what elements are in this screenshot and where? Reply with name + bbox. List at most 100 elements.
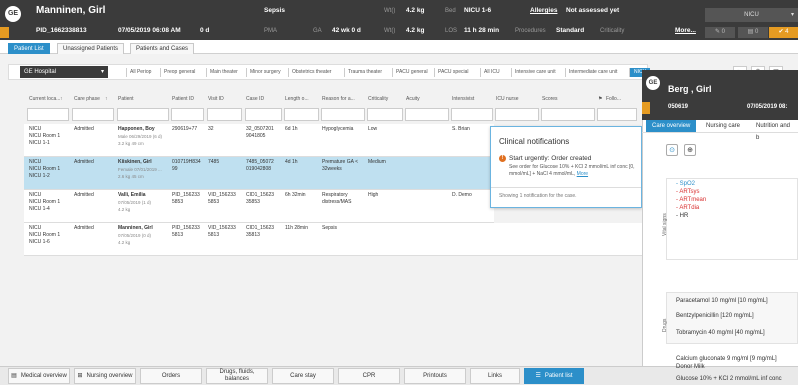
column-header[interactable]: Criticality	[368, 96, 388, 102]
filter-input-scores[interactable]	[541, 108, 595, 121]
case-id-2: 35813	[246, 232, 260, 238]
ward-selector[interactable]: NICU ▾	[705, 8, 798, 22]
filter-input-follow[interactable]	[597, 108, 637, 121]
patient-measurements: 2.6 kg 45 cm	[118, 174, 144, 179]
filter-input-reason[interactable]	[321, 108, 365, 121]
alert-badge[interactable]	[0, 27, 9, 38]
drug-item[interactable]: Bentzylpenicillin [120 mg/mL]	[676, 313, 754, 319]
drug-item[interactable]: Paracetamol 10 mg/ml [10 mg/mL]	[676, 298, 768, 304]
filter-tab[interactable]: Intensive care unit	[511, 68, 556, 77]
hospital-select[interactable]: GE Hospital ▾	[20, 66, 108, 78]
tab-nursing-care[interactable]: Nursing care	[700, 120, 746, 132]
filter-input-intensivist[interactable]	[451, 108, 493, 121]
nav-drugs-fluids-balances[interactable]: Drugs, fluids, balances	[206, 368, 268, 384]
more-link[interactable]: More...	[675, 27, 696, 35]
filter-tab[interactable]: Minor surgery	[246, 68, 281, 77]
patient-name[interactable]: Happonen, Boy	[118, 126, 155, 133]
nav-orders[interactable]: Orders	[140, 368, 202, 384]
fluid-item[interactable]: Glucose 10% + KCl 2 mmol/mL inf conc	[676, 376, 782, 382]
patient-name[interactable]: Manninen, Girl	[118, 225, 153, 232]
tab-unassigned-patients[interactable]: Unassigned Patients	[57, 43, 125, 54]
filter-input-criticality[interactable]	[367, 108, 403, 121]
nav-printouts[interactable]: Printouts	[404, 368, 466, 384]
nav-medical-overview[interactable]: ▤ Medical overview	[8, 368, 70, 384]
location-bed: NICU 1-4	[29, 206, 50, 212]
column-header[interactable]: Length o...	[285, 96, 309, 102]
filter-tab[interactable]: PACU general	[392, 68, 428, 77]
main-tabs: Patient List Unassigned Patients Patient…	[0, 40, 798, 54]
tab-nutrition[interactable]: Nutrition and b	[750, 120, 798, 141]
filter-tab[interactable]: Trauma theater	[344, 68, 382, 77]
record-icon[interactable]: ⊕	[684, 144, 696, 156]
filter-input-care-phase[interactable]	[72, 108, 114, 121]
column-header[interactable]: Acuity	[406, 96, 420, 102]
column-header[interactable]: Patient	[118, 96, 134, 102]
patient-id: PID_156233	[172, 192, 200, 198]
alerts-count-button[interactable]: ✔ 4	[769, 27, 798, 38]
nav-links[interactable]: Links	[470, 368, 520, 384]
nav-nursing-overview[interactable]: ⊞ Nursing overview	[74, 368, 136, 384]
ward-label: NICU	[744, 12, 759, 18]
filter-input-acuity[interactable]	[405, 108, 449, 121]
filter-input-patient[interactable]	[117, 108, 169, 121]
filter-tab[interactable]: Obstetrics theater	[288, 68, 331, 77]
tab-patient-list[interactable]: Patient List	[8, 43, 50, 54]
notes-count: 0	[755, 29, 759, 35]
filter-input-location[interactable]	[27, 108, 69, 121]
side-panel-header: GE Berg , Girl 050619 07/05/2019 08:	[642, 70, 798, 120]
tab-care-overview[interactable]: Care overview	[646, 120, 697, 132]
edit-count-button[interactable]: ✎ 0	[705, 27, 735, 38]
fluid-item[interactable]: Donor Milk	[676, 364, 705, 370]
column-header[interactable]: Care phase	[74, 96, 100, 102]
filter-input-icu-nurse[interactable]	[495, 108, 539, 121]
fluid-item[interactable]: Calcium gluconate 9 mg/ml [9 mg/mL]	[676, 356, 777, 362]
nav-label: Medical overview	[20, 372, 67, 379]
patient-measurements: 3.2 kg 49 cm	[118, 141, 144, 146]
column-header[interactable]: Patient ID	[172, 96, 194, 102]
vital-artsys-label: - ARTsys	[676, 189, 700, 195]
column-header[interactable]: Case ID	[246, 96, 264, 102]
notes-count-button[interactable]: ▤ 0	[738, 27, 768, 38]
filter-input-patient-id[interactable]	[171, 108, 204, 121]
length-of-stay: 6h 32min	[285, 192, 306, 198]
nav-cpr[interactable]: CPR	[338, 368, 400, 384]
chevron-down-icon: ▾	[100, 69, 104, 75]
column-header[interactable]: Follo...	[606, 96, 621, 102]
filter-tab[interactable]: PACU special	[434, 68, 468, 77]
notification-item-title[interactable]: Start urgently: Order created	[509, 155, 591, 162]
nav-care-stay[interactable]: Care stay	[272, 368, 334, 384]
nav-patient-list[interactable]: ☰ Patient list	[524, 368, 584, 384]
filter-tab[interactable]: Intermediate care unit	[565, 68, 617, 77]
case-id-2: 35853	[246, 199, 260, 205]
patient-id: PID_156233	[172, 225, 200, 231]
filter-input-length[interactable]	[284, 108, 319, 121]
column-header[interactable]: Intensivist	[452, 96, 474, 102]
column-header[interactable]: Current loca...	[29, 96, 60, 102]
patient-measurements: 4.2 kg	[118, 240, 131, 245]
column-header[interactable]: Scores	[542, 96, 558, 102]
timeline-icon[interactable]: ⊙	[666, 144, 678, 156]
column-header[interactable]: Visit ID	[208, 96, 224, 102]
sort-icon[interactable]: ↑	[60, 96, 63, 102]
filter-input-visit-id[interactable]	[207, 108, 242, 121]
filter-tab[interactable]: Main theater	[206, 68, 238, 77]
side-patient-name: Berg , Girl	[668, 84, 712, 94]
column-header[interactable]: Reason for a...	[322, 96, 355, 102]
tab-patients-and-cases[interactable]: Patients and Cases	[130, 43, 195, 54]
filter-tab[interactable]: All Periop	[126, 68, 151, 77]
filter-tab[interactable]: All ICU	[480, 68, 500, 77]
allergies-label[interactable]: Allergies	[530, 7, 557, 15]
notification-more-link[interactable]: More	[577, 171, 588, 177]
drug-item[interactable]: Tobramycin 40 mg/ml [40 mg/mL]	[676, 330, 765, 336]
filter-input-case-id[interactable]	[245, 108, 282, 121]
column-header[interactable]: ICU nurse	[496, 96, 519, 102]
patient-demographics: 07/05/2019 (0 d)	[118, 233, 152, 238]
intensivist: D. Demo	[452, 192, 472, 198]
sort-icon[interactable]: ↑	[105, 96, 108, 102]
alert-badge[interactable]	[642, 102, 650, 114]
filter-tab[interactable]: Preop general	[160, 68, 195, 77]
patient-name[interactable]: Valli, Emilia	[118, 192, 146, 199]
patient-name[interactable]: Kiiskinen, Girl	[118, 159, 152, 166]
bed-value: NICU 1-6	[464, 7, 492, 14]
nursing-icon: ⊞	[77, 372, 83, 379]
